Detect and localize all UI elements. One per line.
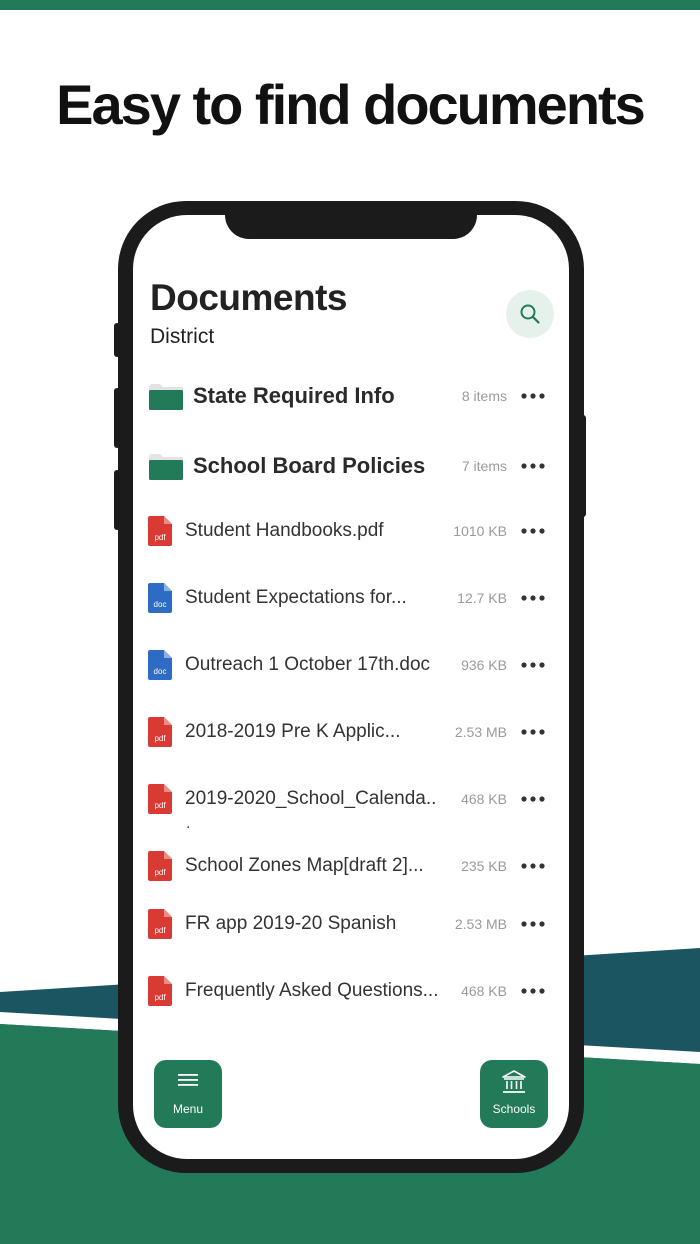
schools-button[interactable]: Schools [480,1060,548,1128]
item-name: State Required Info [193,383,395,408]
list-item[interactable]: pdf Student Handbooks.pdf 1010 KB [133,511,569,551]
svg-text:pdf: pdf [154,868,166,877]
pdf-file-icon: pdf [148,976,172,1006]
svg-text:doc: doc [154,600,167,609]
doc-file-icon: doc [148,650,172,680]
item-size: 235 KB [461,858,507,874]
item-size: 468 KB [461,791,507,807]
item-name: School Zones Map[draft 2]... [185,855,424,876]
menu-button[interactable]: Menu [154,1060,222,1128]
item-name: FR app 2019-20 Spanish [185,913,397,934]
pdf-file-icon: pdf [148,516,172,546]
folder-icon [149,384,183,410]
item-count: 7 items [461,458,507,474]
list-item[interactable]: pdf 2018-2019 Pre K Applic... 2.53 MB [133,712,569,752]
item-size: 12.7 KB [457,590,507,606]
pdf-file-icon: pdf [148,717,172,747]
search-button[interactable] [506,290,554,338]
more-options-icon[interactable] [521,528,545,534]
more-options-icon[interactable] [521,595,545,601]
more-options-icon[interactable] [521,863,545,869]
headline: Easy to find documents [56,73,646,136]
more-options-icon[interactable] [521,988,545,994]
item-name: School Board Policies [193,453,426,478]
svg-text:pdf: pdf [154,801,166,810]
item-name: Student Handbooks.pdf [185,520,384,541]
list-item[interactable]: pdf Frequently Asked Questions... 468 KB [133,971,569,1011]
more-options-icon[interactable] [521,729,545,735]
page-title: Documents [150,277,347,318]
item-size: 2.53 MB [454,724,507,740]
schools-button-label: Schools [492,1102,536,1116]
more-options-icon[interactable] [521,393,545,399]
list-item[interactable]: pdf FR app 2019-20 Spanish 2.53 MB [133,904,569,944]
list-item[interactable]: pdf School Zones Map[draft 2]... 235 KB [133,846,569,886]
list-item[interactable]: School Board Policies 7 items [133,446,569,486]
svg-text:pdf: pdf [154,993,166,1002]
item-size: 2.53 MB [454,916,507,932]
doc-file-icon: doc [148,583,172,613]
list-item[interactable]: doc Student Expectations for... 12.7 KB [133,578,569,618]
item-size: 468 KB [461,983,507,999]
item-name: Outreach 1 October 17th.doc [185,654,431,675]
more-options-icon[interactable] [521,463,545,469]
hamburger-menu-icon [178,1074,198,1086]
item-name: 2018-2019 Pre K Applic... [185,721,401,742]
phone-notch [225,215,477,239]
school-building-icon [502,1070,526,1093]
svg-text:pdf: pdf [154,734,166,743]
pdf-file-icon: pdf [148,851,172,881]
list-item[interactable]: State Required Info 8 items [133,376,569,416]
phone-screen: Documents District State Required Info 8… [133,215,569,1159]
item-name: 2019-2020_School_Calenda.. [185,788,437,809]
item-size: 1010 KB [453,523,507,539]
page-subtitle: District [150,325,215,348]
item-size: 936 KB [461,657,507,673]
more-options-icon[interactable] [521,796,545,802]
item-name: Frequently Asked Questions... [185,980,439,1001]
menu-button-label: Menu [172,1102,204,1116]
wrapped-text-fragment: . [186,815,191,832]
search-icon [520,304,540,324]
svg-text:doc: doc [154,667,167,676]
folder-icon [149,454,183,480]
item-count: 8 items [461,388,507,404]
pdf-file-icon: pdf [148,784,172,814]
svg-text:pdf: pdf [154,926,166,935]
pdf-file-icon: pdf [148,909,172,939]
svg-text:pdf: pdf [154,533,166,542]
item-name: Student Expectations for... [185,587,407,608]
list-item[interactable]: pdf 2019-2020_School_Calenda.. 468 KB [133,779,569,819]
more-options-icon[interactable] [521,662,545,668]
list-item[interactable]: doc Outreach 1 October 17th.doc 936 KB [133,645,569,685]
more-options-icon[interactable] [521,921,545,927]
